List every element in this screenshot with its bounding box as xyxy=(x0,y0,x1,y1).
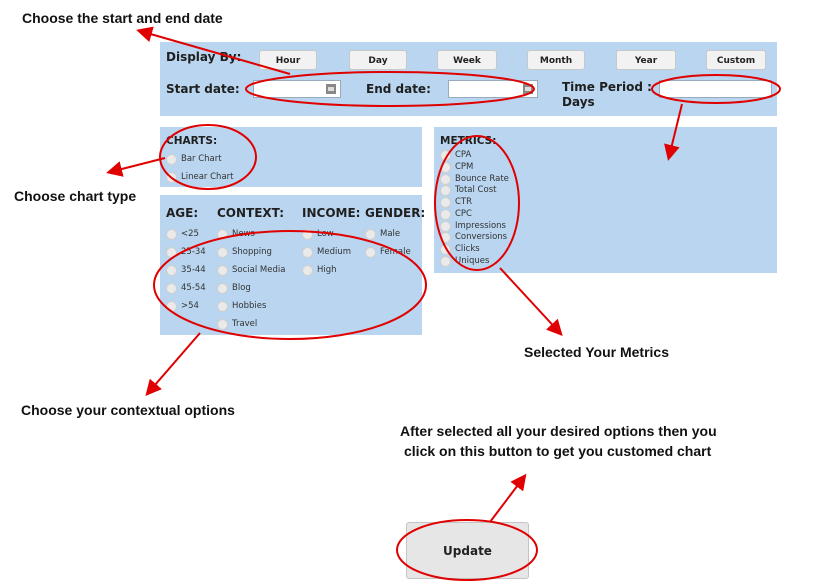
radio-icon[interactable] xyxy=(302,228,313,240)
chart-option-bar[interactable]: Bar Chart xyxy=(166,152,222,166)
radio-icon[interactable] xyxy=(217,300,228,312)
metrics-title: METRICS: xyxy=(440,135,497,147)
radio-icon[interactable] xyxy=(166,282,177,294)
start-date-label: Start date: xyxy=(166,82,240,96)
annotation-contextual: Choose your contextual options xyxy=(21,402,235,418)
age-option[interactable]: <25 xyxy=(166,227,199,241)
radio-icon[interactable] xyxy=(440,149,451,161)
radio-icon[interactable] xyxy=(440,208,451,220)
radio-icon[interactable] xyxy=(440,196,451,208)
chart-option-linear[interactable]: Linear Chart xyxy=(166,170,233,184)
radio-icon[interactable] xyxy=(217,282,228,294)
start-date-input[interactable] xyxy=(253,80,341,98)
display-week-button[interactable]: Week xyxy=(437,50,497,70)
context-option[interactable]: News xyxy=(217,227,255,241)
end-date-label: End date: xyxy=(366,82,431,96)
display-by-label: Display By: xyxy=(166,50,242,64)
age-option[interactable]: >54 xyxy=(166,299,199,313)
radio-icon[interactable] xyxy=(365,246,376,258)
display-hour-button[interactable]: Hour xyxy=(259,50,317,70)
time-period-label: Time Period : xyxy=(562,80,652,94)
display-month-button[interactable]: Month xyxy=(527,50,585,70)
radio-icon[interactable] xyxy=(440,161,451,173)
age-option[interactable]: 35-44 xyxy=(166,263,206,277)
context-option[interactable]: Social Media xyxy=(217,263,285,277)
radio-icon[interactable] xyxy=(217,318,228,330)
annotation-chart-type: Choose chart type xyxy=(14,188,137,204)
display-day-button[interactable]: Day xyxy=(349,50,407,70)
context-option[interactable]: Shopping xyxy=(217,245,272,259)
calendar-icon[interactable] xyxy=(326,84,336,94)
annotation-metrics: Selected Your Metrics xyxy=(524,344,669,360)
radio-icon[interactable] xyxy=(440,243,451,255)
end-date-input[interactable] xyxy=(448,80,538,98)
arrow-icon xyxy=(489,473,527,523)
age-option[interactable]: 45-54 xyxy=(166,281,206,295)
context-option[interactable]: Travel xyxy=(217,317,257,331)
radio-icon[interactable] xyxy=(166,300,177,312)
metric-option[interactable]: Uniques xyxy=(440,254,489,268)
radio-icon[interactable] xyxy=(302,264,313,276)
radio-icon[interactable] xyxy=(166,153,177,165)
income-option[interactable]: Medium xyxy=(302,245,351,259)
age-title: AGE: xyxy=(166,206,199,220)
time-period-input[interactable] xyxy=(659,80,772,98)
display-custom-button[interactable]: Custom xyxy=(706,50,766,70)
radio-icon[interactable] xyxy=(217,246,228,258)
radio-icon[interactable] xyxy=(217,264,228,276)
radio-icon[interactable] xyxy=(166,171,177,183)
radio-icon[interactable] xyxy=(166,228,177,240)
radio-icon[interactable] xyxy=(166,246,177,258)
gender-option[interactable]: Male xyxy=(365,227,400,241)
radio-icon[interactable] xyxy=(440,255,451,267)
time-period-days-label: Days xyxy=(562,95,595,109)
radio-icon[interactable] xyxy=(365,228,376,240)
age-option[interactable]: 25-34 xyxy=(166,245,206,259)
metrics-panel: METRICS: CPA CPM Bounce Rate Total Cost … xyxy=(434,127,777,273)
arrow-icon xyxy=(499,267,563,336)
annotation-update-line2: click on this button to get you customed… xyxy=(404,443,712,459)
radio-icon[interactable] xyxy=(217,228,228,240)
radio-icon[interactable] xyxy=(166,264,177,276)
context-option[interactable]: Hobbies xyxy=(217,299,266,313)
arrow-icon xyxy=(145,332,201,397)
income-option[interactable]: Low xyxy=(302,227,334,241)
income-option[interactable]: High xyxy=(302,263,337,277)
charts-title: CHARTS: xyxy=(166,135,218,147)
context-panel: AGE: CONTEXT: INCOME: GENDER: <25 25-34 … xyxy=(160,195,426,335)
gender-title: GENDER: xyxy=(365,206,426,220)
context-option[interactable]: Blog xyxy=(217,281,251,295)
charts-panel: CHARTS: Bar Chart Linear Chart xyxy=(160,127,422,187)
arrow-icon xyxy=(106,157,166,177)
display-year-button[interactable]: Year xyxy=(616,50,676,70)
context-title: CONTEXT: xyxy=(217,206,285,220)
income-title: INCOME: xyxy=(302,206,361,220)
gender-option[interactable]: Female xyxy=(365,245,411,259)
radio-icon[interactable] xyxy=(440,184,451,196)
radio-icon[interactable] xyxy=(440,231,451,243)
annotation-update-line1: After selected all your desired options … xyxy=(400,423,717,439)
update-button[interactable]: Update xyxy=(406,522,529,579)
annotation-date: Choose the start and end date xyxy=(22,10,223,26)
calendar-icon[interactable] xyxy=(523,84,533,94)
radio-icon[interactable] xyxy=(302,246,313,258)
